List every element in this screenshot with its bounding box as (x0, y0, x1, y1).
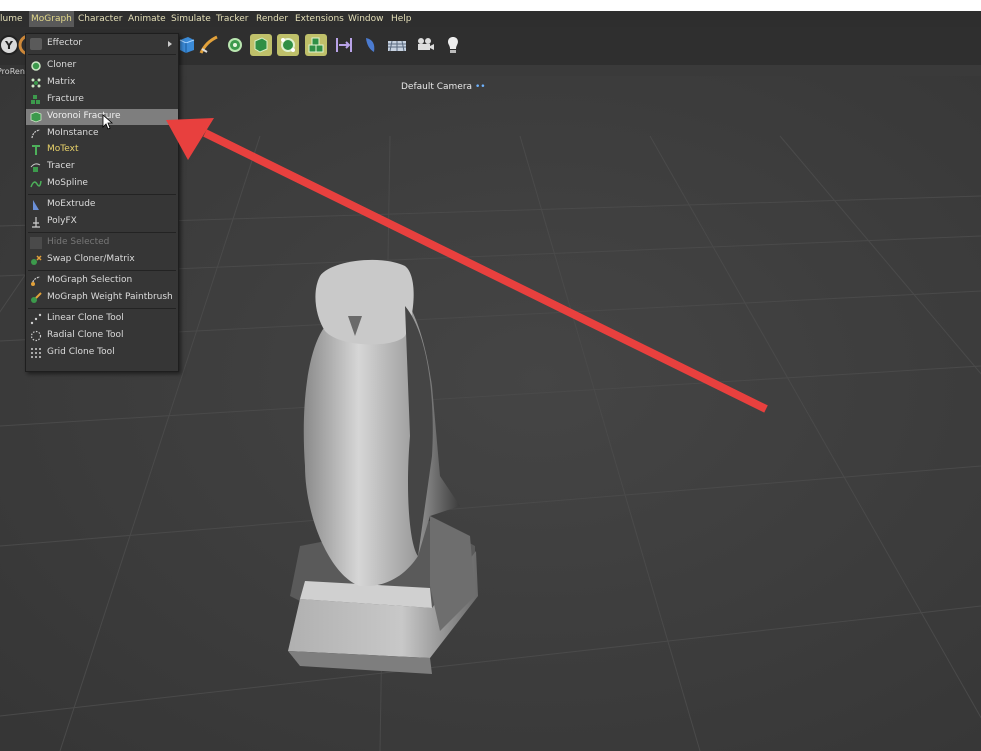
cube-primitive-icon[interactable] (176, 34, 198, 56)
swap-icon (31, 255, 42, 265)
menu-item-label: Effector (47, 38, 83, 48)
light-icon[interactable] (442, 34, 464, 56)
menu-item-swap-cloner-matrix[interactable]: Swap Cloner/Matrix (26, 252, 178, 268)
weight-paintbrush-icon (31, 292, 42, 303)
menu-item-label: Grid Clone Tool (47, 347, 115, 357)
joint-icon[interactable] (333, 34, 355, 56)
svg-text:Y: Y (4, 39, 14, 52)
radial-clone-icon (30, 330, 42, 342)
deformer-icon[interactable] (359, 34, 381, 56)
mospline-icon (30, 180, 42, 188)
mograph-dropdown-menu: Effector Cloner Matrix Fracture Voronoi … (25, 33, 179, 372)
menu-separator (28, 308, 176, 309)
moinstance-icon (31, 129, 41, 139)
spline-pen-icon[interactable] (198, 34, 220, 56)
menu-animate[interactable]: Animate (128, 11, 166, 27)
fracture-icon (31, 95, 40, 104)
viewport-camera-label[interactable]: Default Camera •• (401, 82, 486, 92)
menu-separator (28, 194, 176, 195)
cloner-icon (31, 61, 41, 71)
grid-clone-icon (31, 348, 41, 358)
menu-item-motext[interactable]: MoText (26, 142, 178, 158)
menu-item-label: Swap Cloner/Matrix (47, 254, 135, 264)
effector-icon (30, 38, 42, 50)
menu-simulate[interactable]: Simulate (171, 11, 211, 27)
menu-tracker[interactable]: Tracker (216, 11, 248, 27)
matrix-icon (31, 78, 41, 88)
fracture-icon[interactable] (305, 34, 327, 56)
mograph-selection-icon (31, 276, 41, 286)
menu-render[interactable]: Render (256, 11, 288, 27)
hide-selected-icon (30, 237, 42, 249)
menu-help[interactable]: Help (391, 11, 412, 27)
menu-item-cloner[interactable]: Cloner (26, 58, 178, 74)
menu-item-grid-clone-tool[interactable]: Grid Clone Tool (26, 345, 178, 361)
menu-item-linear-clone-tool[interactable]: Linear Clone Tool (26, 311, 178, 327)
menu-separator (28, 232, 176, 233)
menu-bar: lume MoGraph Character Animate Simulate … (0, 11, 981, 27)
camera-icon[interactable] (414, 34, 436, 56)
matrix-icon[interactable] (277, 34, 299, 56)
menu-volume[interactable]: lume (0, 11, 23, 27)
menu-item-label: MoGraph Selection (47, 275, 133, 285)
polyfx-icon (32, 217, 40, 228)
camera-options-icon[interactable]: •• (475, 82, 486, 92)
menu-separator (28, 270, 176, 271)
menu-item-label: MoInstance (47, 128, 99, 138)
menu-item-label: Cloner (47, 60, 77, 70)
menu-item-radial-clone-tool[interactable]: Radial Clone Tool (26, 328, 178, 344)
menu-item-label: Hide Selected (47, 237, 110, 247)
menu-mograph[interactable]: MoGraph (29, 11, 74, 27)
menu-item-label: Voronoi Fracture (47, 111, 121, 121)
menu-item-label: Radial Clone Tool (47, 330, 124, 340)
menu-item-label: MoExtrude (47, 199, 96, 209)
menu-item-label: MoText (47, 144, 79, 154)
menu-item-fracture[interactable]: Fracture (26, 92, 178, 108)
motext-icon (32, 145, 40, 155)
menu-item-mograph-weight-paintbrush[interactable]: MoGraph Weight Paintbrush (26, 290, 178, 306)
menu-item-mograph-selection[interactable]: MoGraph Selection (26, 273, 178, 289)
extrude-icon[interactable] (250, 34, 272, 56)
cinema4d-window: lume MoGraph Character Animate Simulate … (0, 11, 981, 751)
camera-name: Default Camera (401, 82, 473, 92)
cloner-icon[interactable] (224, 34, 246, 56)
submenu-arrow-icon (168, 41, 172, 47)
moextrude-icon (33, 200, 39, 210)
menu-item-effector[interactable]: Effector (26, 36, 178, 52)
menu-item-moinstance[interactable]: MoInstance (26, 126, 178, 142)
tracer-icon (30, 163, 41, 172)
voronoi-fracture-icon (30, 111, 42, 123)
menu-item-label: MoGraph Weight Paintbrush (47, 292, 173, 302)
menu-item-label: PolyFX (47, 216, 77, 226)
menu-item-mospline[interactable]: MoSpline (26, 176, 178, 192)
menu-extensions[interactable]: Extensions (295, 11, 344, 27)
menu-character[interactable]: Character (78, 11, 122, 27)
menu-item-voronoi-fracture[interactable]: Voronoi Fracture (26, 109, 178, 125)
menu-item-matrix[interactable]: Matrix (26, 75, 178, 91)
menu-item-hide-selected: Hide Selected (26, 235, 178, 251)
prorender-tab-label: ProRen (0, 67, 25, 76)
menu-item-label: Matrix (47, 77, 76, 87)
menu-item-tracer[interactable]: Tracer (26, 159, 178, 175)
menu-item-label: Linear Clone Tool (47, 313, 124, 323)
menu-item-label: Fracture (47, 94, 84, 104)
floor-icon[interactable] (386, 34, 408, 56)
menu-item-moextrude[interactable]: MoExtrude (26, 197, 178, 213)
menu-window[interactable]: Window (348, 11, 384, 27)
linear-clone-icon (30, 313, 42, 325)
menu-separator (28, 54, 176, 55)
menu-item-polyfx[interactable]: PolyFX (26, 214, 178, 230)
menu-item-label: MoSpline (47, 178, 88, 188)
menu-item-label: Tracer (47, 161, 75, 171)
